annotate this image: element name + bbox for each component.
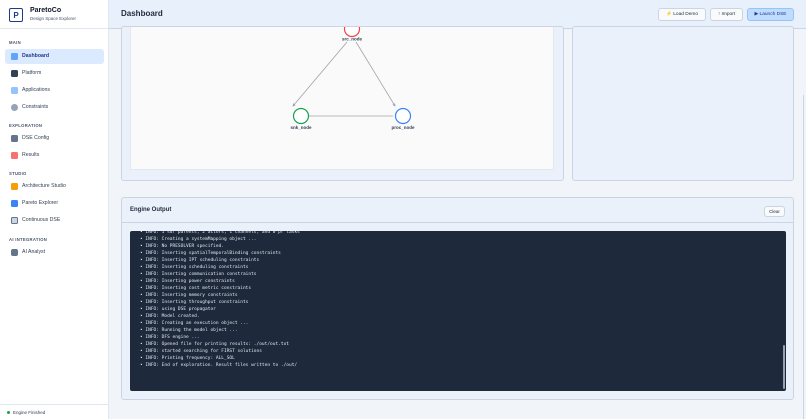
graph-node-snk[interactable] bbox=[292, 107, 310, 125]
sidebar-item-label: Dashboard bbox=[22, 53, 50, 59]
main-scrollbar[interactable] bbox=[803, 95, 804, 419]
load-demo-button[interactable]: ⚡ Load Demo bbox=[658, 8, 706, 21]
side-info-panel bbox=[572, 26, 794, 181]
graph-node-src[interactable] bbox=[343, 20, 361, 38]
sidebar: P ParetoCo Design Space Explorer MAIN Da… bbox=[0, 0, 109, 419]
sidebar-item-label: Platform bbox=[22, 70, 42, 76]
graph-svg: src_node snk_node proc_node bbox=[290, 20, 415, 130]
engine-output-panel: Engine Output Clear • INFO: 1 sdf parent… bbox=[121, 197, 794, 400]
engine-console[interactable]: • INFO: 1 sdf parents, 2 actors, 1 chann… bbox=[130, 231, 786, 391]
sidebar-item-dashboard[interactable]: Dashboard bbox=[5, 49, 104, 64]
clear-button[interactable]: Clear bbox=[764, 206, 785, 217]
page-title: Dashboard bbox=[121, 9, 163, 18]
log-line: • INFO: using DSE propagator bbox=[140, 307, 216, 312]
status-bar: Engine Finished bbox=[0, 404, 109, 419]
section-label-exploration: EXPLORATION bbox=[9, 123, 43, 128]
log-line: • INFO: Inserting IPT scheduling constra… bbox=[140, 258, 260, 263]
bar-chart-icon bbox=[11, 200, 18, 207]
sidebar-item-label: Architecture Studio bbox=[22, 183, 66, 189]
log-line: • INFO: No PRESOLVER specified. bbox=[140, 244, 224, 249]
node-label-proc: proc_node bbox=[391, 125, 415, 130]
sidebar-item-label: Constraints bbox=[22, 104, 49, 110]
sidebar-item-platform[interactable]: Platform bbox=[5, 66, 104, 81]
console-lines: • INFO: 1 sdf parents, 2 actors, 1 chann… bbox=[140, 231, 300, 369]
document-icon bbox=[11, 217, 18, 224]
robot-icon bbox=[11, 249, 18, 256]
engine-output-title: Engine Output bbox=[130, 207, 172, 213]
log-line: • INFO: DFS engine ... bbox=[140, 335, 200, 340]
log-line: • INFO: Inserting memory constraints bbox=[140, 293, 238, 298]
import-button[interactable]: ↑ Import bbox=[710, 8, 743, 21]
status-dot-icon bbox=[7, 411, 10, 414]
node-label-src: src_node bbox=[342, 37, 363, 42]
logo-icon: P bbox=[9, 8, 23, 22]
log-line: • INFO: Inserting communication constrai… bbox=[140, 272, 257, 277]
trend-icon bbox=[11, 152, 18, 159]
brand-subtitle: Design Space Explorer bbox=[30, 16, 77, 21]
section-label-studio: STUDIO bbox=[9, 171, 27, 176]
edge-src-proc bbox=[355, 41, 396, 107]
engine-status: Engine Finished bbox=[13, 410, 46, 415]
brand-name: ParetoCo bbox=[30, 7, 62, 14]
sidebar-item-label: Pareto Explorer bbox=[22, 200, 59, 206]
top-header: Dashboard ⚡ Load Demo ↑ Import ▶ Launch … bbox=[109, 0, 806, 29]
log-line: • INFO: Inserting scheduling constraints bbox=[140, 265, 249, 270]
log-line: • INFO: Model created. bbox=[140, 314, 200, 319]
graph-icon bbox=[11, 87, 18, 94]
section-label-ai-integration: AI INTEGRATION bbox=[9, 237, 48, 242]
sidebar-item-results[interactable]: Results bbox=[5, 148, 104, 163]
gear-icon bbox=[11, 104, 18, 111]
log-line: • INFO: Inserting spatialTemporalBinding… bbox=[140, 251, 281, 256]
log-line: • INFO: Running the model object ... bbox=[140, 328, 238, 333]
node-label-snk: snk_node bbox=[290, 125, 312, 130]
sidebar-item-label: Applications bbox=[22, 87, 50, 93]
log-line: • INFO: Inserting throughput constraints bbox=[140, 300, 249, 305]
main-content: src_node snk_node proc_node Engine Outpu… bbox=[109, 20, 806, 419]
log-line: • INFO: started searching for FIRST solu… bbox=[140, 349, 262, 354]
log-line: • INFO: End of exploration. Result files… bbox=[140, 363, 298, 368]
edge-src-snk bbox=[292, 41, 348, 107]
brand-header: P ParetoCo Design Space Explorer bbox=[0, 0, 109, 29]
log-line: • INFO: Printing frequency: ALL_SOL bbox=[140, 356, 235, 361]
sidebar-item-pareto-explorer[interactable]: Pareto Explorer bbox=[5, 196, 104, 211]
monitor-icon bbox=[11, 70, 18, 77]
sidebar-item-label: Results bbox=[22, 152, 40, 158]
sidebar-item-continuous-dse[interactable]: Continuous DSE bbox=[5, 213, 104, 228]
sidebar-item-label: DSE Config bbox=[22, 135, 50, 141]
sidebar-item-label: AI Analyst bbox=[22, 249, 46, 255]
wrench-icon bbox=[11, 135, 18, 142]
panel-divider bbox=[122, 222, 794, 223]
sidebar-item-architecture-studio[interactable]: Architecture Studio bbox=[5, 179, 104, 194]
section-label-main: MAIN bbox=[9, 40, 21, 45]
log-line: • INFO: Creating an execution object ... bbox=[140, 321, 249, 326]
log-line: • INFO: Opened file for printing results… bbox=[140, 342, 290, 347]
log-line: • INFO: Inserting power constraints bbox=[140, 279, 235, 284]
sidebar-item-applications[interactable]: Applications bbox=[5, 83, 104, 98]
blocks-icon bbox=[11, 183, 18, 190]
log-line: • INFO: Inserting cost metric constraint… bbox=[140, 286, 252, 291]
sidebar-item-ai-analyst[interactable]: AI Analyst bbox=[5, 245, 104, 260]
sidebar-item-constraints[interactable]: Constraints bbox=[5, 100, 104, 115]
launch-dse-button[interactable]: ▶ Launch DSE bbox=[747, 8, 794, 21]
sidebar-item-label: Continuous DSE bbox=[22, 217, 61, 223]
application-graph-canvas[interactable]: src_node snk_node proc_node bbox=[130, 20, 554, 170]
console-scrollbar[interactable] bbox=[783, 345, 785, 389]
graph-node-proc[interactable] bbox=[394, 107, 412, 125]
chart-icon bbox=[11, 53, 18, 60]
application-graph-panel: src_node snk_node proc_node bbox=[121, 20, 564, 181]
sidebar-item-dse-config[interactable]: DSE Config bbox=[5, 131, 104, 146]
log-line: • INFO: Creating a systemMapping object … bbox=[140, 237, 257, 242]
